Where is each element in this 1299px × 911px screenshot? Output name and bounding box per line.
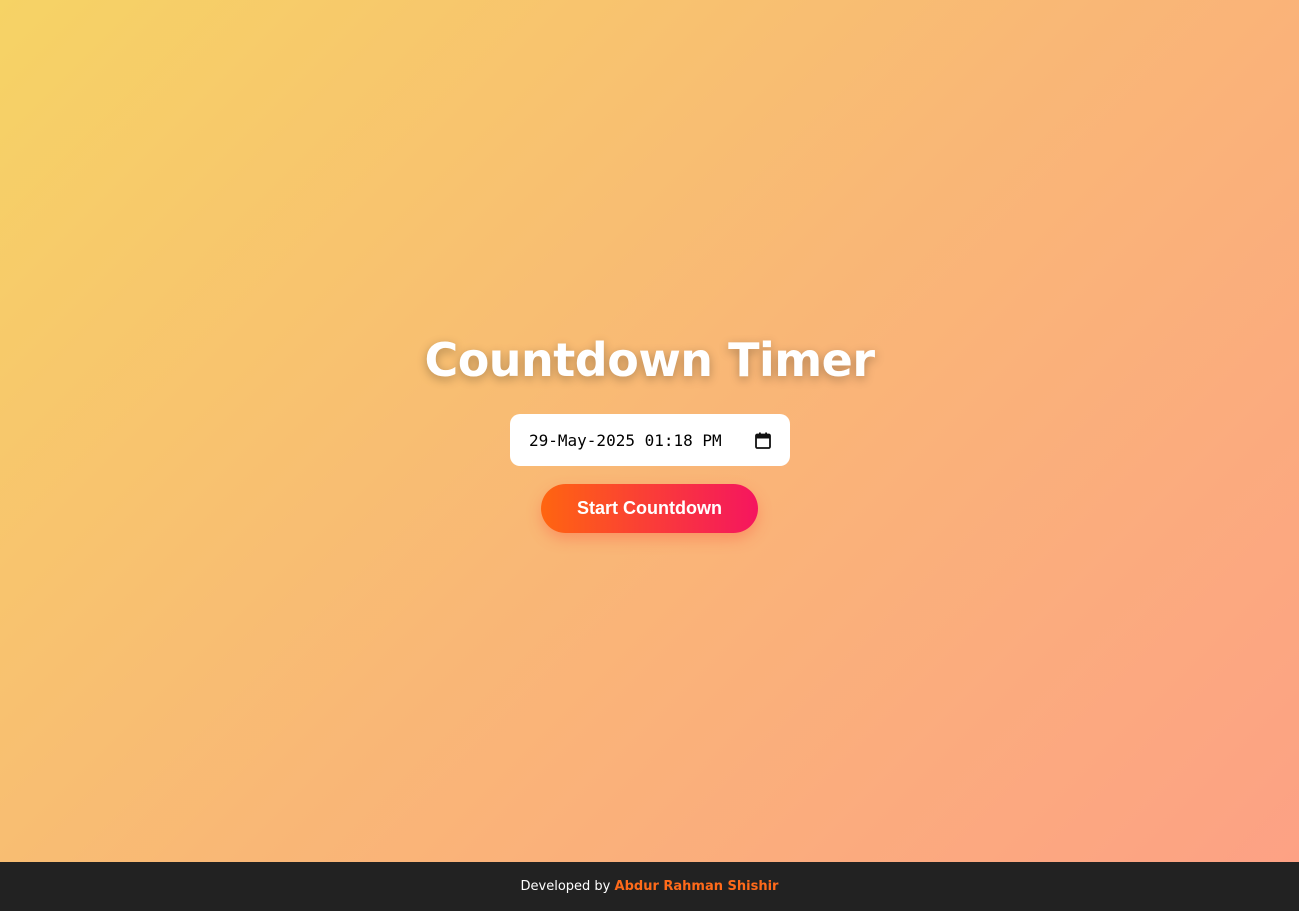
- start-countdown-button[interactable]: Start Countdown: [541, 484, 758, 533]
- footer: Developed by Abdur Rahman Shishir: [0, 862, 1299, 911]
- datetime-value[interactable]: 29-May-2025 01:18 PM: [529, 431, 751, 450]
- author-link[interactable]: Abdur Rahman Shishir: [615, 879, 779, 894]
- footer-prefix: Developed by: [520, 879, 611, 894]
- page-title: Countdown Timer: [424, 333, 875, 387]
- calendar-icon[interactable]: [755, 432, 771, 449]
- datetime-input[interactable]: 29-May-2025 01:18 PM: [510, 414, 790, 466]
- main-content: Countdown Timer 29-May-2025 01:18 PM Sta…: [0, 0, 1299, 862]
